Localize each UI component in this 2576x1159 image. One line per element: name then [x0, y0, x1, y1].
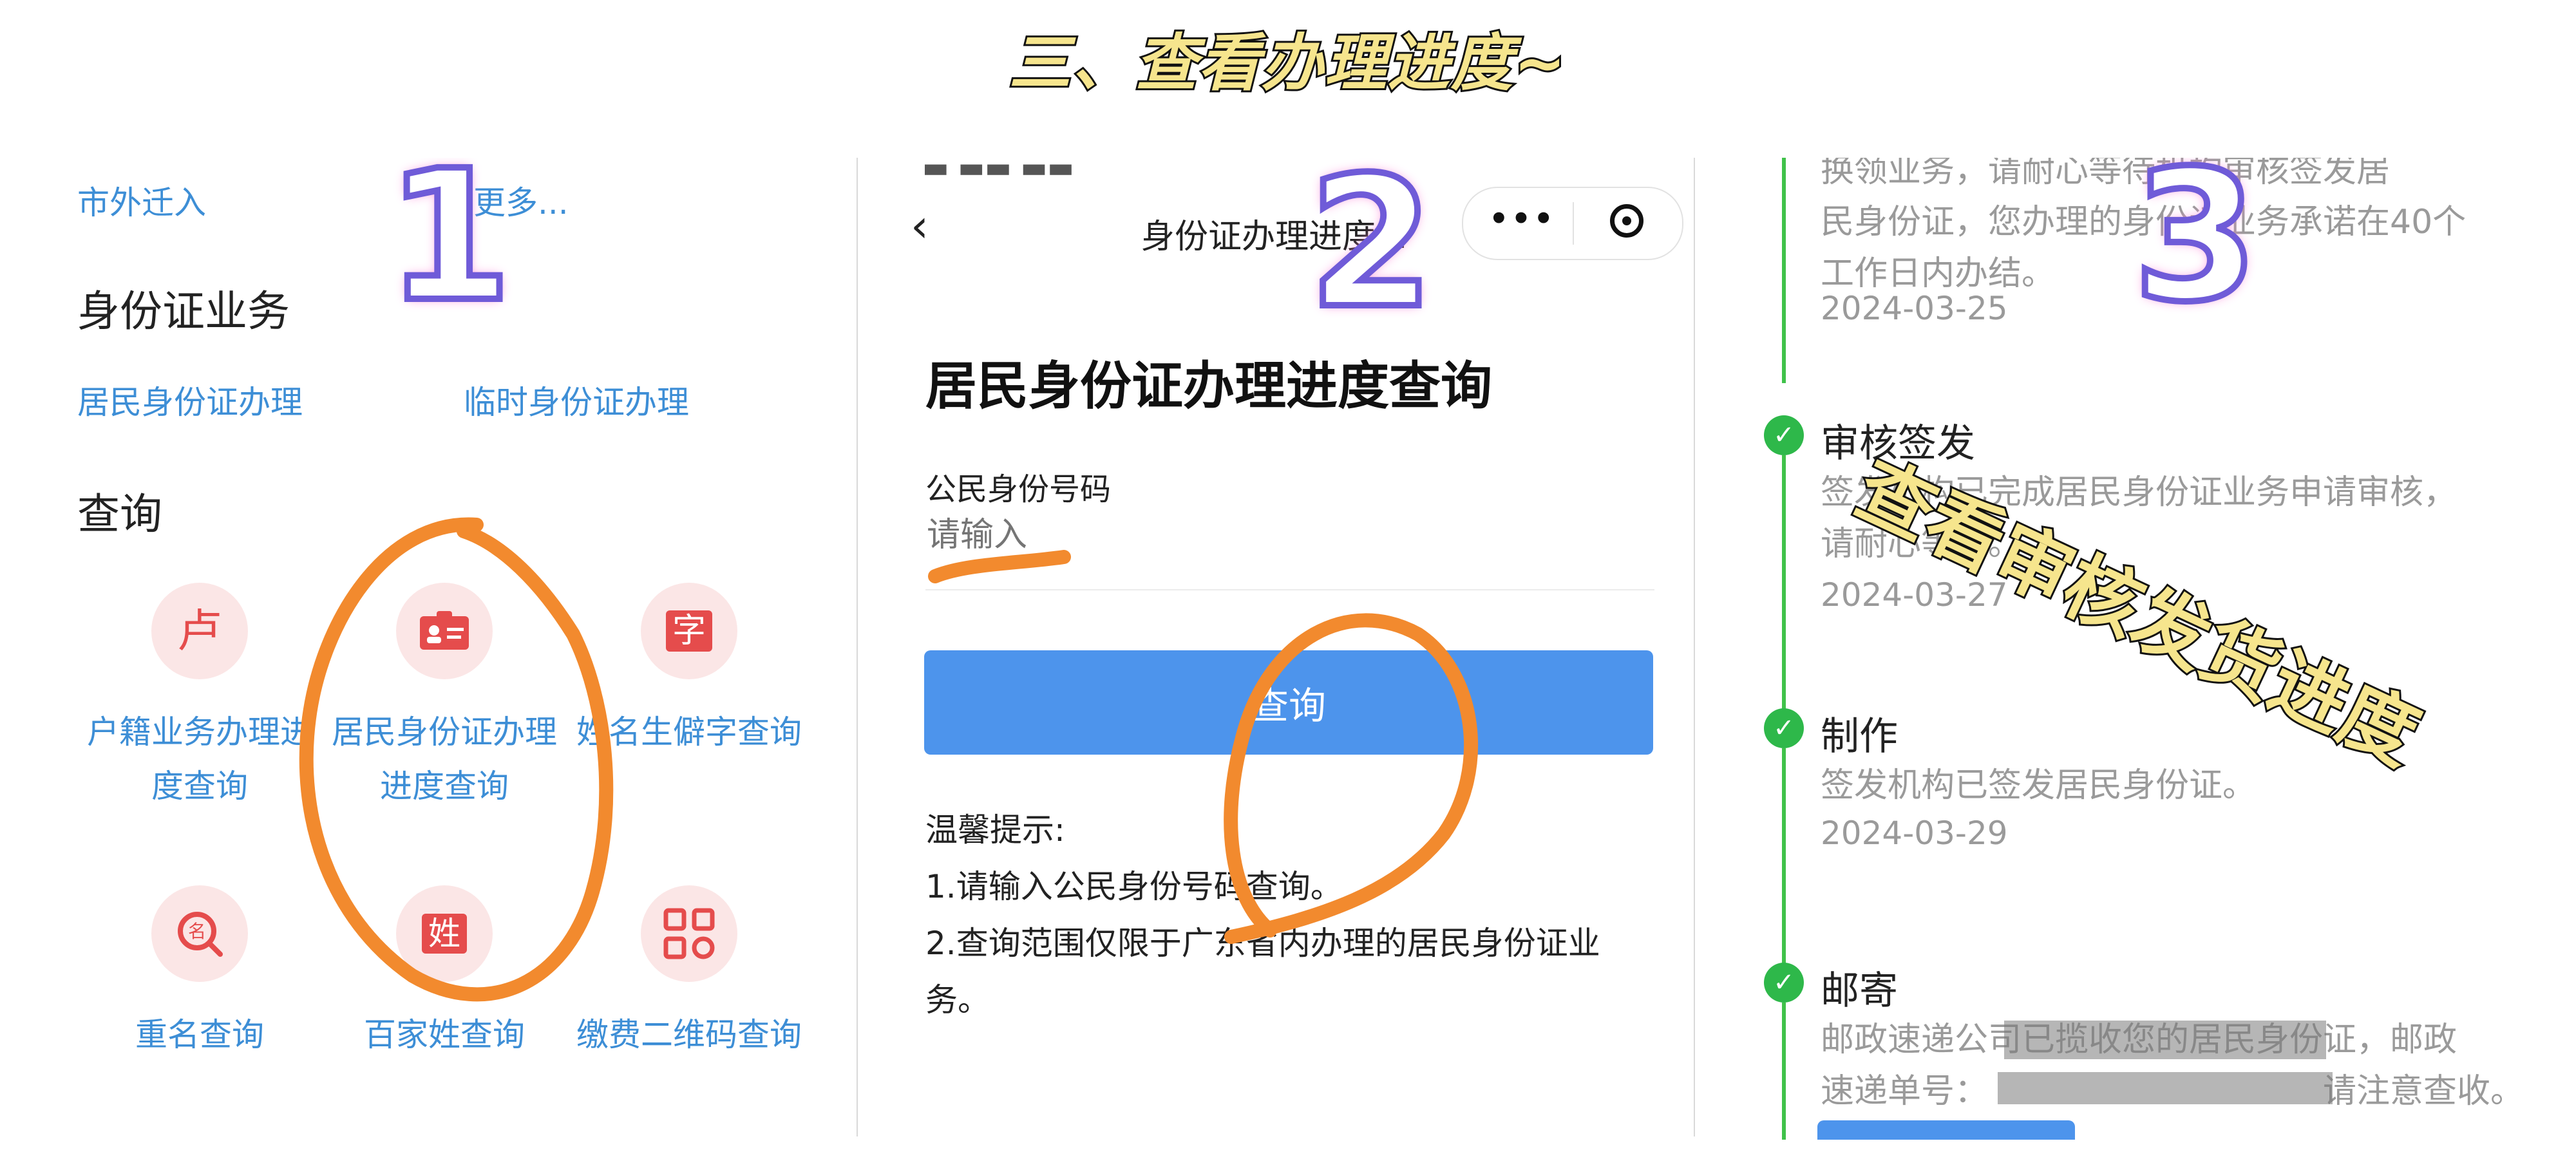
link-temp-id-apply[interactable]: 临时身份证办理	[464, 377, 689, 423]
svg-text:名: 名	[188, 921, 206, 942]
timeline-line	[1782, 748, 1786, 964]
step-number-1: 1	[383, 158, 515, 345]
duplicate-name-icon-svg: 名	[178, 912, 223, 957]
qr-code-icon-svg	[663, 908, 715, 959]
timeline-date: 2024-03-25	[1821, 290, 2008, 327]
section-id-business: 身份证业务	[77, 287, 290, 336]
step-number-3: 3	[2130, 158, 2262, 345]
grid-item-household-progress[interactable]: 卢	[151, 583, 248, 679]
timeline-date: 2024-03-29	[1821, 815, 2008, 852]
section-query: 查询	[77, 489, 162, 539]
panel-services: 市外迁入 更多... 身份证业务 居民身份证办理 临时身份证办理 查询 卢 户籍…	[0, 158, 857, 1140]
annotation-underline-and-circle-2	[928, 550, 1479, 944]
id-number-label: 公民身份号码	[925, 471, 1112, 507]
duplicate-name-icon: 名	[151, 885, 248, 982]
timeline-step-title: 制作	[1821, 714, 1898, 759]
timeline-step-title: 邮寄	[1821, 968, 1898, 1013]
step-number-2: 2	[1305, 158, 1437, 352]
redacted-tracking-number	[1998, 1072, 2333, 1104]
qr-code-icon	[641, 885, 737, 982]
timeline-text: 签发机构已签发居民身份证。	[1821, 766, 2257, 805]
panel-query-form: ▬ ▬▬ ▬▬ ‹ 身份证办理进度... ••• 居民身份证办理进度查询 公民身…	[858, 158, 1694, 1140]
check-icon: ✓	[1764, 415, 1804, 455]
annotation-circle-1	[299, 517, 614, 1002]
more-icon[interactable]: •••	[1489, 201, 1556, 237]
close-miniprogram-icon[interactable]	[1610, 204, 1643, 238]
panel-progress-timeline: 换领业务，请耐心等待机构审核签发居 民身份证，您办理的身份证业务承诺在40个 工…	[1695, 158, 2576, 1140]
page-title: 三、查看办理进度~	[1007, 25, 1567, 101]
grid-item-duplicate-name[interactable]: 名	[151, 885, 248, 982]
timeline-line	[1782, 455, 1786, 710]
household-progress-icon: 卢	[151, 583, 248, 679]
status-bar: ▬ ▬▬ ▬▬	[922, 158, 1074, 184]
timeline-line	[1782, 1003, 1786, 1140]
grid-item-qr-payment[interactable]	[641, 885, 737, 982]
capsule-divider	[1573, 202, 1574, 245]
link-move-in[interactable]: 市外迁入	[77, 177, 206, 223]
query-heading: 居民身份证办理进度查询	[925, 356, 1492, 416]
mini-program-capsule: •••	[1462, 187, 1683, 260]
link-id-apply[interactable]: 居民身份证办理	[77, 377, 303, 423]
grid-item-rare-character[interactable]: 字	[641, 583, 737, 679]
rare-character-icon: 字	[641, 583, 737, 679]
redacted-tracking-number	[2004, 1021, 2326, 1059]
check-icon: ✓	[1764, 708, 1804, 748]
copy-tracking-button[interactable]	[1817, 1120, 2075, 1140]
back-arrow-icon[interactable]: ‹	[911, 200, 929, 252]
timeline-line	[1782, 158, 1786, 383]
check-icon: ✓	[1764, 963, 1804, 1003]
